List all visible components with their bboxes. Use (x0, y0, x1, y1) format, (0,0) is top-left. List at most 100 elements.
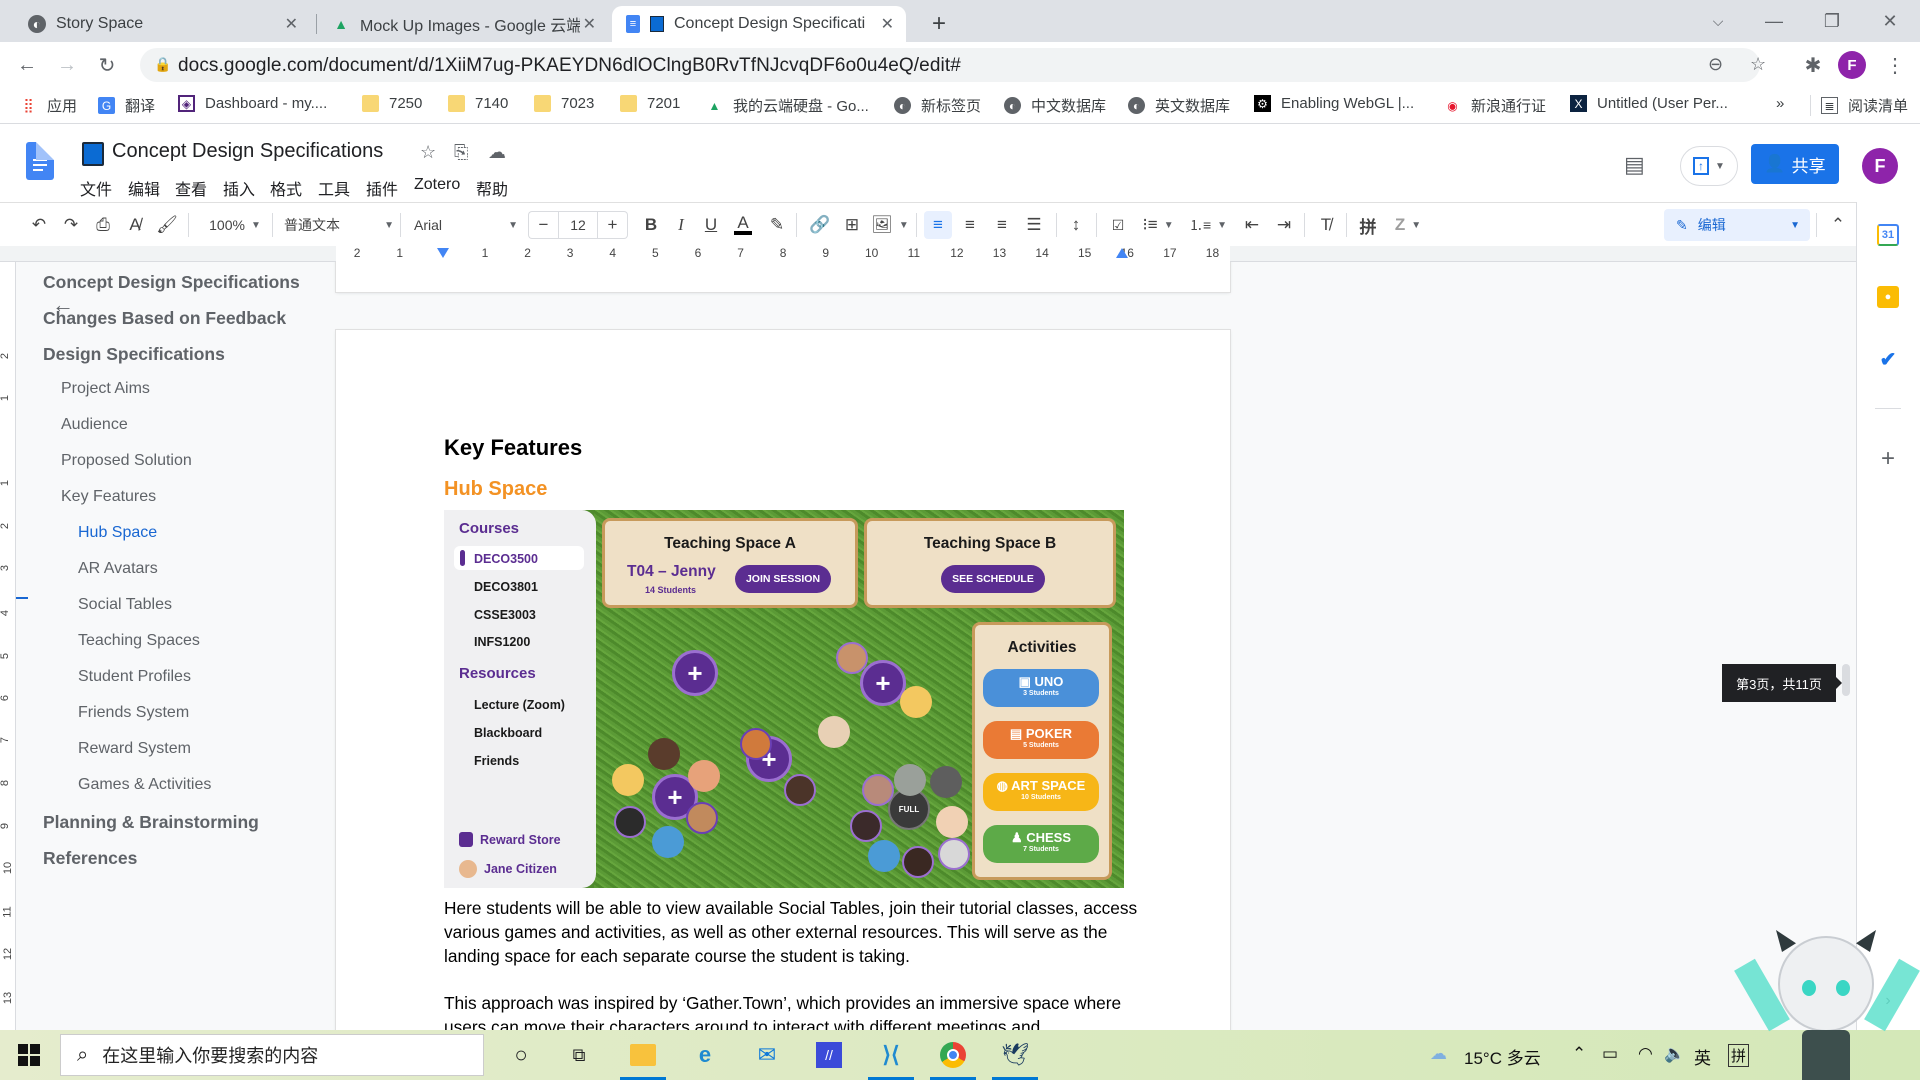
paint-format-icon[interactable]: 🖌 (154, 211, 180, 239)
task-view-icon[interactable]: ⧉ (562, 1038, 596, 1072)
horizontal-ruler[interactable]: 2 1 1 2 3 4 5 6 7 8 9 10 11 12 13 14 15 16 17 18 (0, 246, 1856, 262)
menu-tools[interactable]: 工具 (318, 176, 350, 200)
spellcheck-icon[interactable]: A̸ (122, 211, 148, 239)
clear-formatting-icon[interactable]: T̸ (1312, 211, 1340, 239)
account-avatar[interactable]: F (1862, 148, 1898, 184)
insert-link-icon[interactable]: 🔗 (806, 211, 834, 239)
address-bar[interactable]: 🔒 docs.google.com/document/d/1XiiM7ug-PK… (140, 48, 1766, 82)
profile-avatar[interactable]: F (1838, 51, 1866, 79)
bookmark-translate[interactable]: G 翻译 (98, 95, 155, 116)
decrease-font-size-button[interactable]: − (528, 211, 558, 239)
bookmark-english-db[interactable]: ◐ 英文数据库 (1128, 95, 1230, 116)
file-explorer-icon[interactable] (620, 1038, 666, 1080)
bookmark-dashboard[interactable]: ◈ Dashboard - my.... (178, 95, 327, 112)
outline-item[interactable]: Proposed Solution (61, 452, 192, 470)
weather-text[interactable]: 15°C 多云 (1464, 1044, 1541, 1069)
comment-history-icon[interactable]: ▤ (1624, 152, 1645, 178)
minimize-button[interactable]: — (1746, 0, 1802, 42)
bulleted-list-icon[interactable]: ⁝≡ ▼ (1136, 211, 1180, 239)
increase-indent-icon[interactable]: ⇥ (1270, 211, 1298, 239)
outline-item[interactable]: Design Specifications (43, 344, 225, 365)
editing-mode-select[interactable]: ✎ 编辑 ▼ (1664, 209, 1810, 241)
print-icon[interactable]: ⎙ (90, 211, 116, 239)
menu-view[interactable]: 查看 (175, 176, 207, 200)
add-comment-icon[interactable]: ⊞ (838, 211, 866, 239)
extensions-puzzle-icon[interactable]: ✱ (1798, 50, 1828, 80)
forward-button[interactable]: → (52, 50, 82, 80)
star-icon[interactable]: ☆ (420, 142, 436, 163)
mail-icon[interactable]: ✉ (750, 1038, 784, 1072)
edge-browser-icon[interactable]: e (688, 1038, 722, 1072)
bird-app-icon[interactable]: 🕊 (992, 1038, 1038, 1080)
font-size-input[interactable]: 12 (558, 211, 598, 239)
menu-insert[interactable]: 插入 (223, 176, 255, 200)
volume-icon[interactable]: 🔈 (1664, 1044, 1685, 1064)
italic-icon[interactable]: I (668, 211, 694, 239)
bookmark-7250[interactable]: 7250 (362, 95, 422, 112)
outline-item[interactable]: References (43, 848, 137, 869)
ime-language[interactable]: 英 (1694, 1044, 1711, 1069)
outline-item[interactable]: Project Aims (61, 380, 150, 398)
tab-story-space[interactable]: ◐ Story Space ✕ (14, 6, 310, 42)
maximize-button[interactable]: ❐ (1804, 0, 1860, 42)
weather-cloud-icon[interactable]: ☁ (1430, 1044, 1447, 1064)
google-docs-logo[interactable] (26, 142, 54, 180)
zoom-select[interactable]: 100% ▼ (200, 211, 270, 239)
outline-item[interactable]: Social Tables (78, 596, 172, 614)
outline-item[interactable]: Reward System (78, 740, 191, 758)
align-right-icon[interactable]: ≡ (988, 211, 1016, 239)
cloud-saved-icon[interactable]: ☁ (488, 142, 506, 163)
decrease-indent-icon[interactable]: ⇤ (1238, 211, 1266, 239)
lock-icon[interactable]: 🔒 (154, 56, 171, 73)
tab-mock-up-images[interactable]: ▲ Mock Up Images - Google 云端硬盘 ✕ (318, 6, 608, 42)
outline-item[interactable]: Audience (61, 416, 128, 434)
bold-icon[interactable]: B (638, 211, 664, 239)
menu-format[interactable]: 格式 (270, 176, 302, 200)
text-color-icon[interactable]: A (730, 211, 756, 239)
google-tasks-icon[interactable]: ✔ (1877, 348, 1899, 371)
menu-file[interactable]: 文件 (80, 176, 112, 200)
bookmark-apps[interactable]: ⣿ 应用 (20, 95, 77, 116)
move-to-folder-icon[interactable]: ⎘ (454, 142, 468, 163)
numbered-list-icon[interactable]: ⒈≡ ▼ (1186, 211, 1230, 239)
outline-item[interactable]: AR Avatars (78, 560, 158, 578)
paragraph-hub-description[interactable]: Here students will be able to view avail… (444, 896, 1144, 968)
cortana-circle-icon[interactable]: ○ (504, 1038, 538, 1072)
font-select[interactable]: Arial ▼ (414, 211, 518, 239)
menu-addons[interactable]: 插件 (366, 176, 398, 200)
bookmark-7201[interactable]: 7201 (620, 95, 680, 112)
menu-zotero[interactable]: Zotero (414, 176, 460, 194)
highlight-pen-icon[interactable]: ✎ (764, 211, 790, 239)
paragraph-style-select[interactable]: 普通文本 ▼ (284, 211, 394, 239)
zotero-icon[interactable]: Z ▼ (1388, 211, 1428, 239)
more-menu-icon[interactable]: ⋮ (1880, 50, 1910, 80)
scrollbar-thumb[interactable] (1842, 664, 1850, 696)
bookmark-weibo[interactable]: ◉ 新浪通行证 (1444, 95, 1546, 116)
outline-item[interactable]: Planning & Brainstorming (43, 812, 259, 833)
chrome-icon[interactable] (930, 1038, 976, 1080)
heading-hub-space[interactable]: Hub Space (444, 478, 547, 501)
close-window-button[interactable]: ✕ (1862, 0, 1918, 42)
taskbar-search-box[interactable]: ⌕ 在这里输入你要搜索的内容 (60, 1034, 484, 1076)
hub-space-mockup-image[interactable]: Courses DECO3500 DECO3801 CSSE3003 INFS1… (444, 510, 1124, 888)
tab-concept-design[interactable]: ≡ Concept Design Specificati ✕ (612, 6, 906, 42)
menu-help[interactable]: 帮助 (476, 176, 508, 200)
outline-item[interactable]: Friends System (78, 704, 189, 722)
bookmark-new-tab[interactable]: ◐ 新标签页 (894, 95, 981, 116)
bookmark-chinese-db[interactable]: ◐ 中文数据库 (1004, 95, 1106, 116)
outline-item[interactable]: Games & Activities (78, 776, 211, 794)
back-button[interactable]: ← (12, 50, 42, 80)
bookmark-webgl[interactable]: ⚙ Enabling WebGL |... (1254, 95, 1414, 112)
redo-icon[interactable]: ↷ (58, 211, 84, 239)
zoom-out-icon[interactable]: ⊖ (1708, 54, 1723, 75)
close-tab-icon[interactable]: ✕ (285, 14, 298, 34)
get-addons-plus-icon[interactable]: + (1877, 445, 1899, 472)
close-tab-icon[interactable]: ✕ (583, 14, 596, 34)
close-tab-icon[interactable]: ✕ (881, 14, 894, 34)
heading-key-features[interactable]: Key Features (444, 435, 582, 461)
outline-item[interactable]: Hub Space (78, 524, 157, 542)
bookmark-7140[interactable]: 7140 (448, 95, 508, 112)
document-page[interactable]: Key Features Hub Space Courses DECO3500 … (336, 330, 1230, 1030)
paragraph-gather-town[interactable]: This approach was inspired by ‘Gather.To… (444, 991, 1144, 1030)
pinyin-button[interactable]: 拼 (1354, 211, 1382, 239)
